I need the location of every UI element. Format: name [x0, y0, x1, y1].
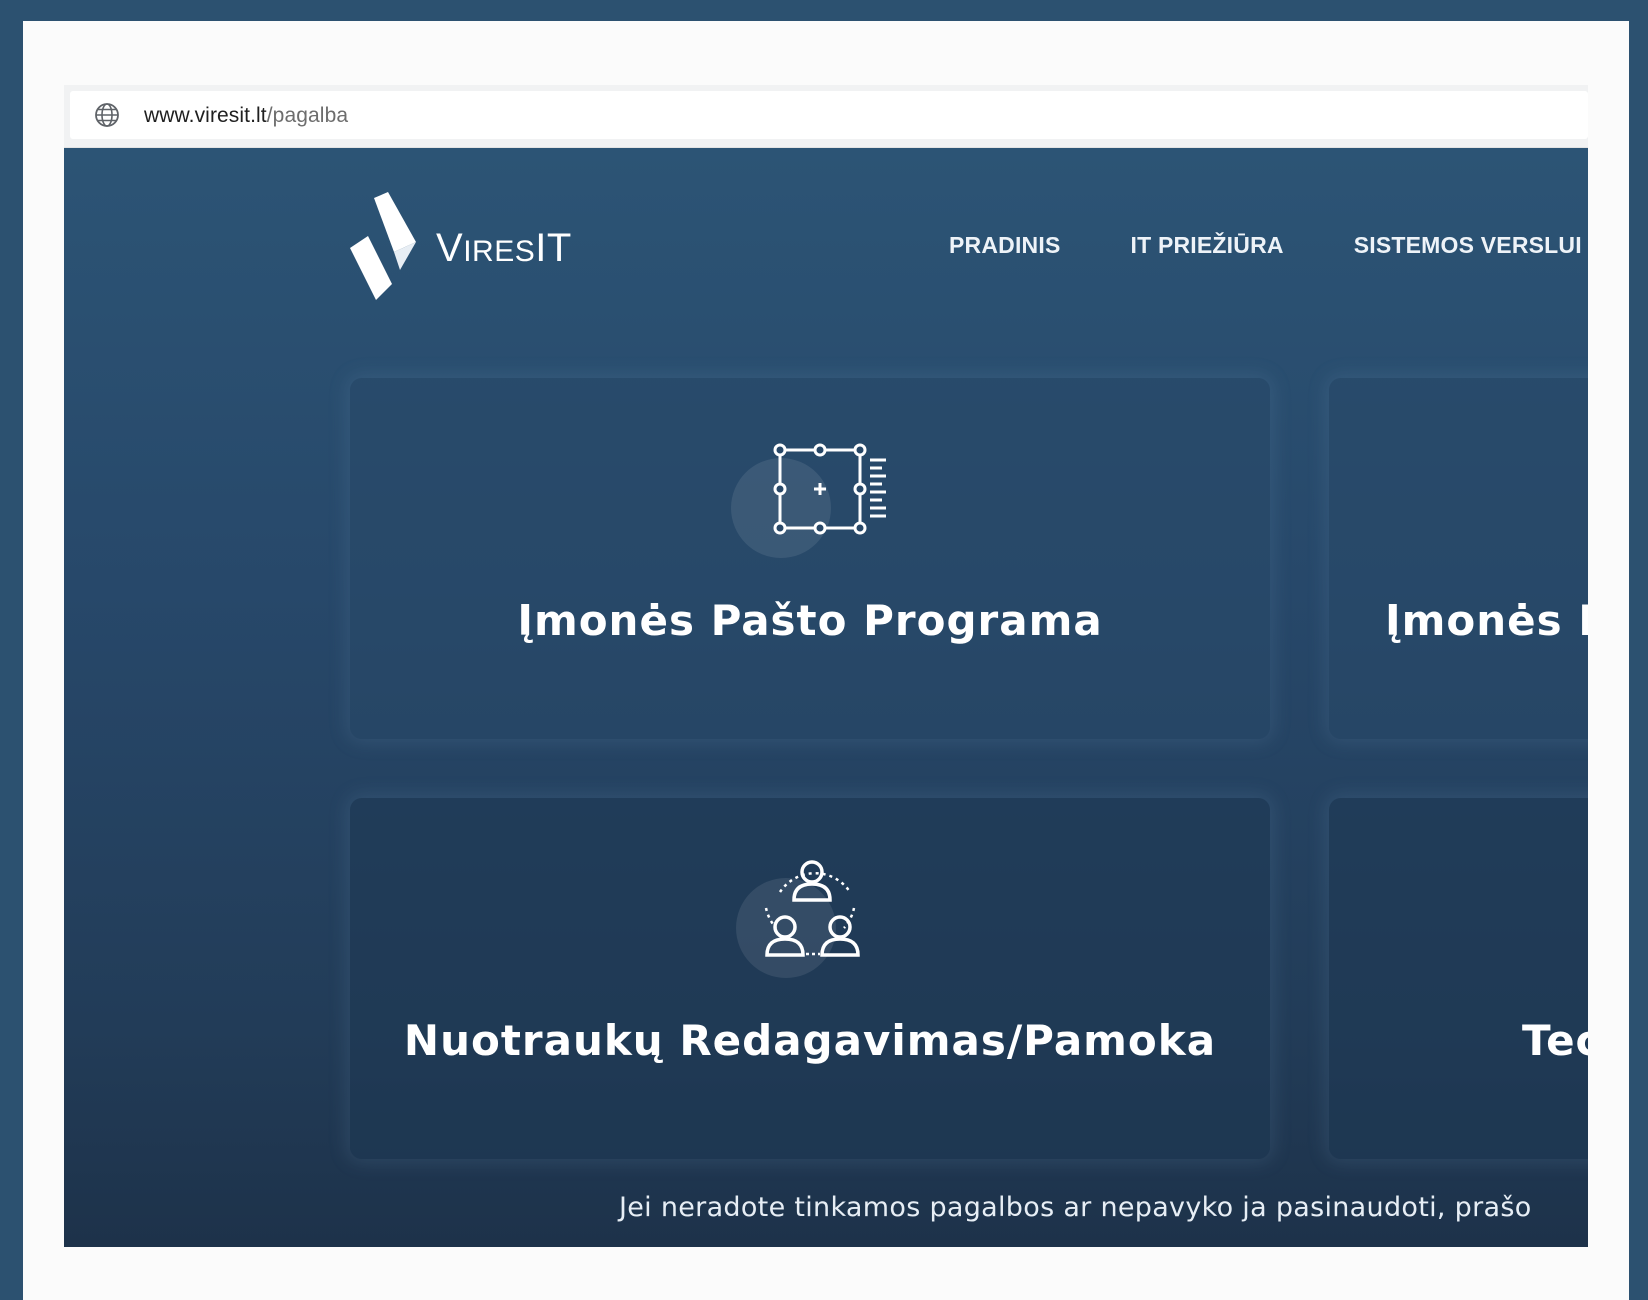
help-card-nuotrauku-redagavimas[interactable]: Nuotraukų Redagavimas/Pamoka: [350, 798, 1270, 1159]
main-nav: PRADINIS IT PRIEŽIŪRA SISTEMOS VERSLUI: [949, 232, 1582, 259]
card-title: Įmonės Pašto Programa: [517, 596, 1103, 645]
card-title: Nuotraukų Redagavimas/Pamoka: [403, 1016, 1217, 1065]
url-domain: www.viresit.lt: [144, 104, 267, 127]
url-field[interactable]: www.viresit.lt/pagalba: [70, 91, 1588, 139]
team-network-icon: [736, 860, 860, 978]
nav-item-sistemos-verslui[interactable]: SISTEMOS VERSLUI: [1354, 232, 1582, 259]
nav-item-it-prieziura[interactable]: IT PRIEŽIŪRA: [1131, 232, 1284, 259]
screenshot-frame: www.viresit.lt/pagalba VIRESIT PRADINIS …: [23, 21, 1629, 1300]
address-bar: www.viresit.lt/pagalba: [64, 85, 1588, 148]
card-title: Tec: [1522, 1016, 1588, 1065]
card-title: Įmonės P: [1385, 596, 1588, 645]
browser-window: www.viresit.lt/pagalba VIRESIT PRADINIS …: [64, 85, 1588, 1247]
url-text[interactable]: www.viresit.lt/pagalba: [144, 104, 348, 128]
help-footer-text: Jei neradote tinkamos pagalbos ar nepavy…: [619, 1192, 1532, 1223]
logo-text: VIRESIT: [436, 226, 572, 270]
layout-editor-icon: [731, 443, 886, 558]
help-card-pasto-programa[interactable]: Įmonės Pašto Programa: [350, 378, 1270, 739]
website-content: VIRESIT PRADINIS IT PRIEŽIŪRA SISTEMOS V…: [64, 148, 1588, 1247]
help-card-imones-p[interactable]: Įmonės P: [1329, 378, 1588, 739]
globe-icon: [95, 103, 119, 127]
nav-item-pradinis[interactable]: PRADINIS: [949, 232, 1061, 259]
logo-chevron-icon: [350, 192, 416, 300]
help-card-tec[interactable]: Tec: [1329, 798, 1588, 1159]
viresit-logo[interactable]: VIRESIT: [344, 192, 571, 307]
url-path: /pagalba: [266, 104, 349, 127]
